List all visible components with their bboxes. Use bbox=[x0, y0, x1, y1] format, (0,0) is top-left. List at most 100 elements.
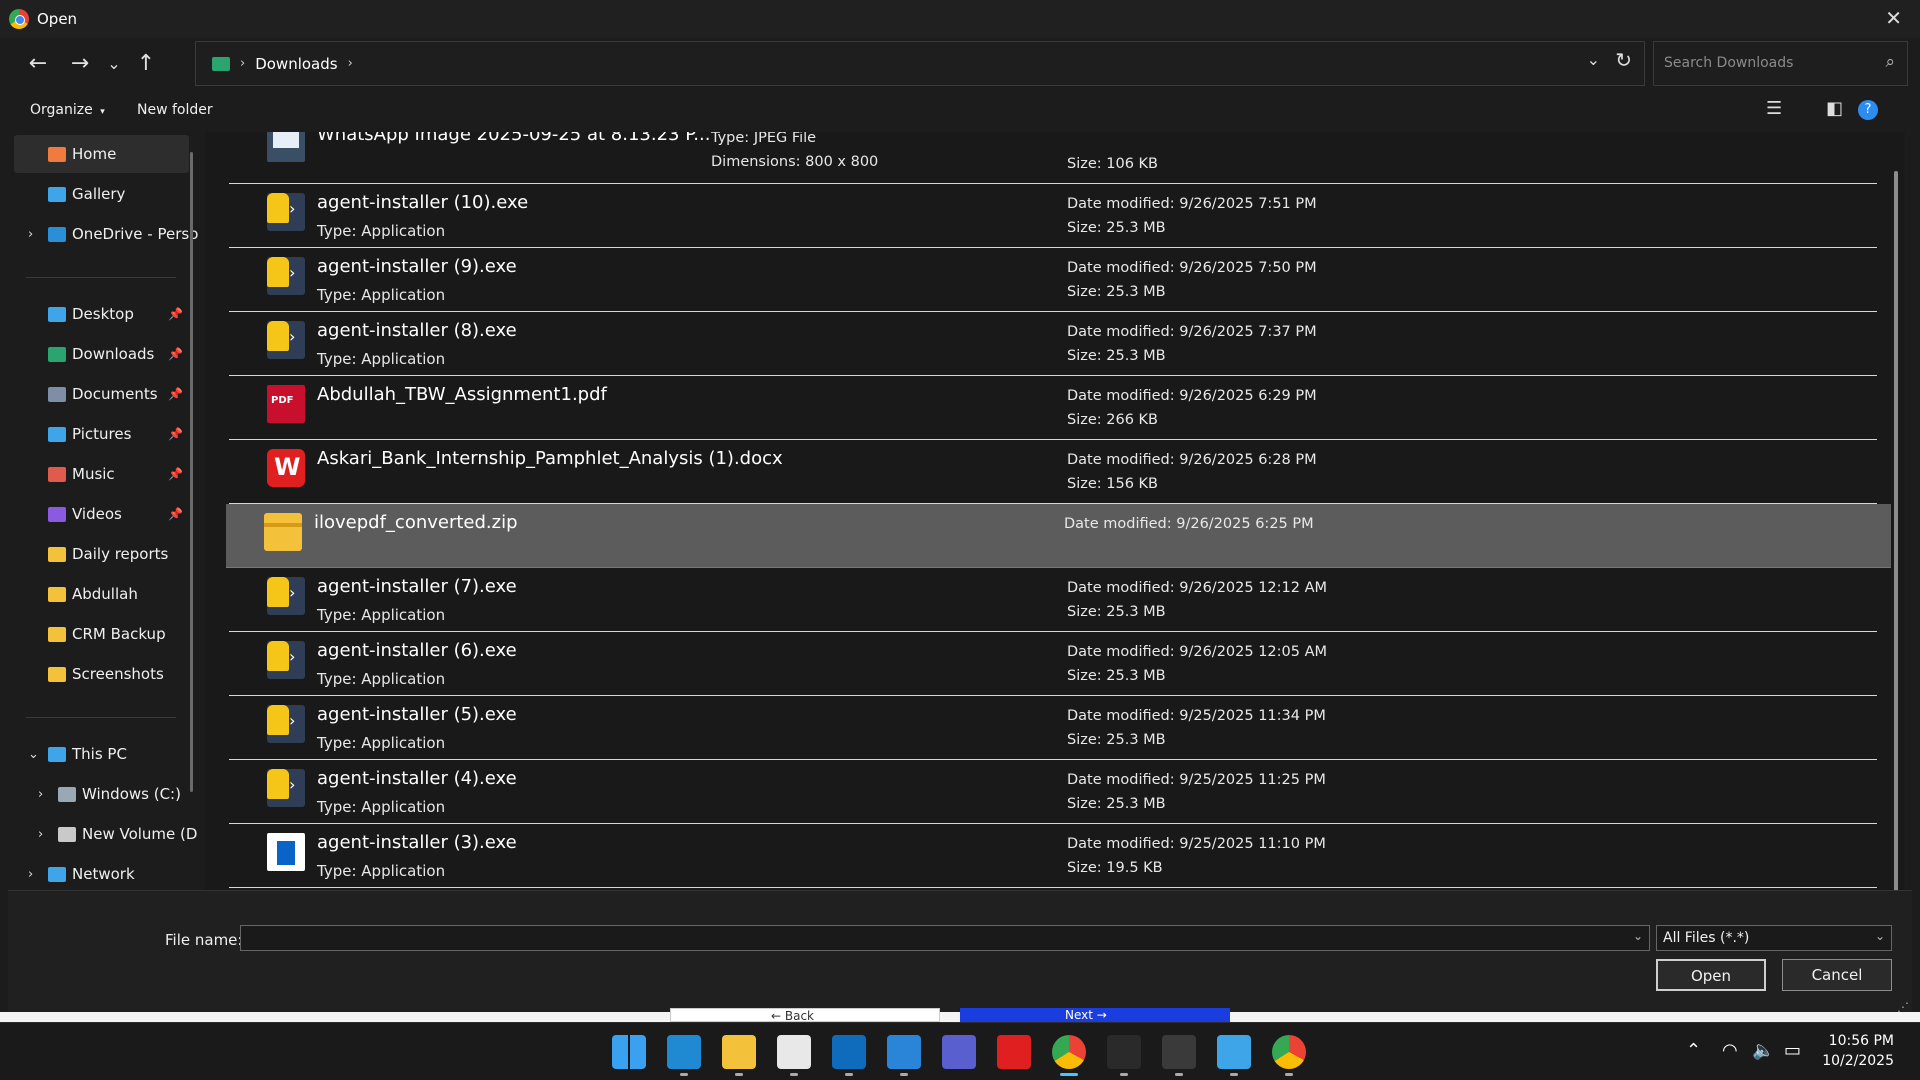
app-icon[interactable] bbox=[1107, 1035, 1141, 1069]
address-dropdown-icon[interactable]: ⌄ bbox=[1587, 50, 1600, 69]
file-row[interactable]: agent-installer (6).exe Type: Application… bbox=[229, 632, 1877, 696]
chevron-right-icon[interactable]: › bbox=[38, 787, 43, 802]
chrome-icon[interactable] bbox=[1052, 1035, 1086, 1069]
file-name-combobox[interactable]: ⌄ bbox=[240, 925, 1650, 951]
file-row[interactable]: agent-installer (3).exe Type: Application… bbox=[229, 824, 1877, 888]
sidebar-item-screenshots[interactable]: Screenshots bbox=[14, 655, 189, 693]
scrollbar-thumb[interactable] bbox=[1894, 171, 1898, 951]
running-indicator bbox=[1285, 1073, 1293, 1076]
sidebar-item-crm-backup[interactable]: CRM Backup bbox=[14, 615, 189, 653]
notepad-icon[interactable] bbox=[1217, 1035, 1251, 1069]
file-row[interactable]: agent-installer (10).exe Type: Applicatio… bbox=[229, 184, 1877, 248]
file-row[interactable]: agent-installer (8).exe Type: Application… bbox=[229, 312, 1877, 376]
file-row[interactable]: agent-installer (5).exe Type: Application… bbox=[229, 696, 1877, 760]
file-list-scrollbar[interactable] bbox=[1892, 155, 1900, 975]
wps-office-icon[interactable] bbox=[997, 1035, 1031, 1069]
outlook-icon[interactable] bbox=[832, 1035, 866, 1069]
folder-icon bbox=[48, 626, 66, 642]
navigation-pane-scrollbar[interactable] bbox=[190, 152, 193, 792]
sidebar-item-videos[interactable]: Videos 📌 bbox=[14, 495, 189, 533]
file-row[interactable]: Abdullah_TBW_Assignment1.pdf Date modifie… bbox=[229, 376, 1877, 440]
sidebar-item-daily-reports[interactable]: Daily reports bbox=[14, 535, 189, 573]
search-box[interactable]: ⌕ bbox=[1653, 41, 1908, 86]
sidebar-item-onedrive-perso[interactable]: › OneDrive - Perso bbox=[14, 215, 198, 253]
sidebar-item-label: Screenshots bbox=[72, 665, 164, 683]
breadcrumb-chevron-icon[interactable]: › bbox=[240, 56, 245, 71]
file-type-value: Application bbox=[361, 222, 446, 240]
file-name: agent-installer (8).exe bbox=[317, 320, 517, 341]
title-bar: Open ✕ bbox=[0, 0, 1920, 38]
teams-icon[interactable] bbox=[942, 1035, 976, 1069]
edge-icon[interactable] bbox=[667, 1035, 701, 1069]
size-value: 266 KB bbox=[1106, 412, 1159, 428]
file-name-input[interactable] bbox=[245, 929, 1625, 947]
recent-locations-icon[interactable]: ⌄ bbox=[98, 48, 130, 80]
sidebar-item-network[interactable]: › Network bbox=[14, 855, 189, 890]
show-hidden-icons-icon[interactable]: ⌃ bbox=[1686, 1040, 1701, 1061]
forward-arrow-icon[interactable]: → bbox=[64, 48, 96, 80]
wifi-icon[interactable]: ◠ bbox=[1722, 1040, 1738, 1061]
organize-button[interactable]: Organize ▾ bbox=[30, 102, 105, 118]
open-button[interactable]: Open bbox=[1656, 959, 1766, 991]
terminal-icon[interactable] bbox=[1162, 1035, 1196, 1069]
running-indicator bbox=[1120, 1073, 1128, 1076]
file-row[interactable]: agent-installer (9).exe Type: Application… bbox=[229, 248, 1877, 312]
date-modified-value: 9/25/2025 11:10 PM bbox=[1179, 836, 1326, 852]
chevron-down-icon[interactable]: ⌄ bbox=[28, 747, 39, 762]
vscode-icon[interactable] bbox=[887, 1035, 921, 1069]
chevron-right-icon[interactable]: › bbox=[28, 867, 33, 882]
cancel-button[interactable]: Cancel bbox=[1782, 959, 1892, 991]
chrome-profile-icon[interactable] bbox=[1272, 1035, 1306, 1069]
new-folder-button[interactable]: New folder bbox=[137, 102, 213, 118]
file-row[interactable]: agent-installer (4).exe Type: Application… bbox=[229, 760, 1877, 824]
volume-icon[interactable]: 🔈 bbox=[1752, 1040, 1774, 1061]
file-type-select[interactable]: All Files (*.*) ⌄ bbox=[1656, 925, 1892, 951]
preview-pane-icon[interactable]: ◧ bbox=[1826, 98, 1843, 119]
sidebar-item-documents[interactable]: Documents 📌 bbox=[14, 375, 189, 413]
chevron-right-icon[interactable]: › bbox=[28, 227, 33, 242]
file-row[interactable]: agent-installer (7).exe Type: Application… bbox=[229, 568, 1877, 632]
chevron-right-icon[interactable]: › bbox=[38, 827, 43, 842]
running-indicator bbox=[1175, 1073, 1183, 1076]
sidebar-item-desktop[interactable]: Desktop 📌 bbox=[14, 295, 189, 333]
close-icon[interactable]: ✕ bbox=[1885, 6, 1902, 30]
sidebar-item-home[interactable]: Home bbox=[14, 135, 189, 173]
date-modified-label: Date modified: bbox=[1067, 708, 1175, 724]
sidebar-item-downloads[interactable]: Downloads 📌 bbox=[14, 335, 189, 373]
sidebar-item-this-pc[interactable]: ⌄ This PC bbox=[14, 735, 189, 773]
address-bar[interactable]: › Downloads › ⌄ ↻ bbox=[195, 41, 1645, 86]
sidebar-item-windows-c[interactable]: › Windows (C:) bbox=[14, 775, 189, 813]
search-icon[interactable]: ⌕ bbox=[1885, 52, 1895, 72]
chevron-down-icon[interactable]: ⌄ bbox=[1875, 929, 1885, 943]
date-modified-label: Date modified: bbox=[1067, 196, 1175, 212]
sidebar-item-pictures[interactable]: Pictures 📌 bbox=[14, 415, 189, 453]
exe-icon bbox=[267, 257, 305, 295]
help-icon[interactable]: ? bbox=[1858, 100, 1878, 120]
file-row[interactable]: WhatsApp Image 2025-09-25 at 8.13.23 P..… bbox=[229, 132, 1877, 184]
clock[interactable]: 10:56 PM 10/2/2025 bbox=[1822, 1031, 1894, 1071]
battery-icon[interactable]: ▭ bbox=[1784, 1040, 1801, 1061]
size-label: Size: bbox=[1067, 156, 1102, 172]
store-icon[interactable] bbox=[777, 1035, 811, 1069]
file-row[interactable]: ilovepdf_converted.zip Date modified: 9/2… bbox=[226, 504, 1891, 568]
chevron-down-icon[interactable]: ⌄ bbox=[1633, 929, 1643, 943]
date-modified-label: Date modified: bbox=[1067, 388, 1175, 404]
breadcrumb-chevron-icon[interactable]: › bbox=[348, 56, 353, 71]
back-arrow-icon[interactable]: ← bbox=[22, 48, 54, 80]
window-title: Open bbox=[37, 10, 78, 28]
windows-start-icon[interactable] bbox=[612, 1035, 646, 1069]
view-options-icon[interactable]: ☰ bbox=[1766, 98, 1782, 119]
file-explorer-icon[interactable] bbox=[722, 1035, 756, 1069]
breadcrumb-downloads[interactable]: Downloads bbox=[255, 55, 337, 73]
file-row[interactable]: Askari_Bank_Internship_Pamphlet_Analysis… bbox=[229, 440, 1877, 504]
up-arrow-icon[interactable]: ↑ bbox=[130, 48, 162, 80]
refresh-icon[interactable]: ↻ bbox=[1615, 48, 1632, 72]
file-size: Size: 25.3 MB bbox=[1067, 668, 1166, 684]
sidebar-item-abdullah[interactable]: Abdullah bbox=[14, 575, 189, 613]
exe-icon bbox=[267, 705, 305, 743]
search-input[interactable] bbox=[1664, 55, 1864, 71]
sidebar-item-music[interactable]: Music 📌 bbox=[14, 455, 189, 493]
file-size: Size: 25.3 MB bbox=[1067, 284, 1166, 300]
sidebar-item-new-volume-d[interactable]: › New Volume (D bbox=[14, 815, 197, 853]
sidebar-item-gallery[interactable]: Gallery bbox=[14, 175, 189, 213]
